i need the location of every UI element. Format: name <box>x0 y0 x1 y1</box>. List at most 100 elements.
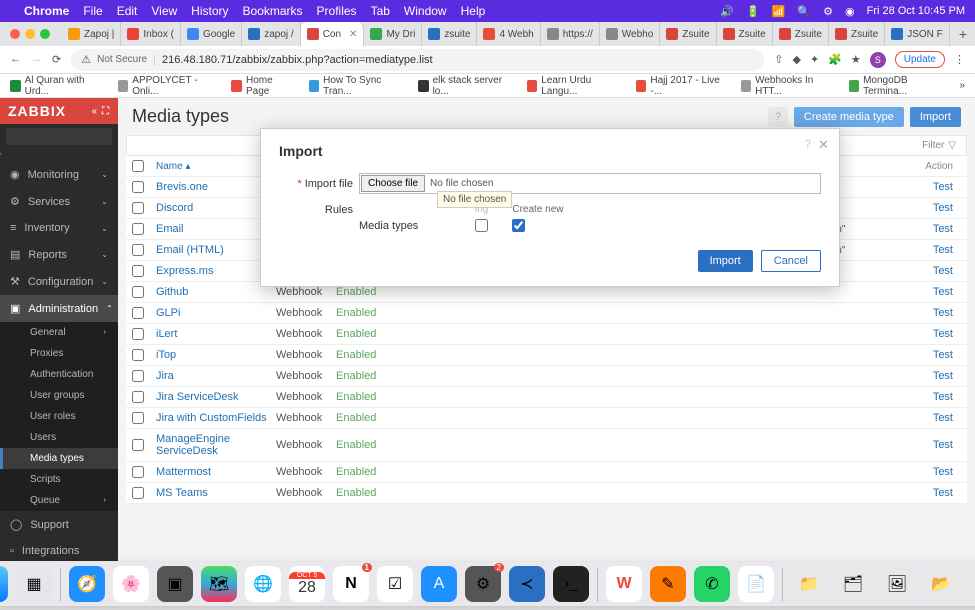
new-tab-button[interactable]: + <box>951 26 975 42</box>
bookmark-item[interactable]: APPOLYCET - Onli... <box>118 75 216 97</box>
sidebar-sub-users[interactable]: Users <box>0 427 118 448</box>
sidebar-sub-user-roles[interactable]: User roles <box>0 406 118 427</box>
dock-textedit-icon[interactable]: 📄 <box>738 566 774 602</box>
row-status[interactable]: Enabled <box>336 466 396 478</box>
siri-icon[interactable]: ◉ <box>845 5 855 18</box>
row-name[interactable]: Jira with CustomFields <box>156 412 276 424</box>
row-name[interactable]: Github <box>156 286 276 298</box>
sidebar-item-inventory[interactable]: ≡Inventory⌄ <box>0 215 118 241</box>
row-test-link[interactable]: Test <box>911 466 961 478</box>
bookmark-item[interactable]: How To Sync Tran... <box>309 75 402 97</box>
bookmark-item[interactable]: Al Quran with Urd... <box>10 75 102 97</box>
row-checkbox[interactable] <box>132 286 144 298</box>
dock-wps-icon[interactable]: W <box>606 566 642 602</box>
bookmark-item[interactable]: MongoDB Termina... <box>849 75 944 97</box>
row-checkbox[interactable] <box>132 202 144 214</box>
sidebar-item-monitoring[interactable]: ◉Monitoring⌄ <box>0 161 118 188</box>
browser-tab[interactable]: Webho <box>600 22 661 46</box>
row-test-link[interactable]: Test <box>911 202 961 214</box>
row-name[interactable]: MS Teams <box>156 487 276 499</box>
tab-close-icon[interactable]: ✕ <box>349 29 357 40</box>
browser-tab[interactable]: Zsuite <box>773 22 829 46</box>
col-name[interactable]: Name ▴ <box>156 161 276 172</box>
row-name[interactable]: Brevis.one <box>156 181 276 193</box>
row-test-link[interactable]: Test <box>911 244 961 256</box>
sidebar-item-reports[interactable]: ▤Reports⌄ <box>0 241 118 268</box>
share-icon[interactable]: ⇧ <box>774 53 783 66</box>
logo[interactable]: ZABBIX « ⛶ <box>0 98 118 124</box>
row-test-link[interactable]: Test <box>911 487 961 499</box>
dock-photos-icon[interactable]: 🌸 <box>113 566 149 602</box>
menu-view[interactable]: View <box>151 4 177 18</box>
row-checkbox[interactable] <box>132 487 144 499</box>
forward-button[interactable]: → <box>31 53 42 66</box>
app-name[interactable]: Chrome <box>24 4 69 18</box>
sidebar-footer-support[interactable]: ◯Support <box>0 511 118 538</box>
bookmark-item[interactable]: Learn Urdu Langu... <box>527 75 620 97</box>
row-test-link[interactable]: Test <box>911 286 961 298</box>
dock-folder2-icon[interactable]: 🗂 <box>835 566 871 602</box>
row-status[interactable]: Enabled <box>336 328 396 340</box>
volume-icon[interactable]: 🔊 <box>720 5 734 18</box>
search-icon[interactable]: 🔍 <box>797 5 811 18</box>
create-new-checkbox[interactable] <box>512 219 525 232</box>
row-checkbox[interactable] <box>132 328 144 340</box>
row-test-link[interactable]: Test <box>911 349 961 361</box>
row-checkbox[interactable] <box>132 412 144 424</box>
filter-toggle[interactable]: Filter ▽ <box>922 140 956 151</box>
window-min-icon[interactable] <box>25 29 35 39</box>
row-test-link[interactable]: Test <box>911 265 961 277</box>
dock-settings-icon[interactable]: ⚙2 <box>465 566 501 602</box>
dock-appstore-icon[interactable]: A <box>421 566 457 602</box>
modal-cancel-button[interactable]: Cancel <box>761 250 821 272</box>
browser-tab[interactable]: Zsuite <box>717 22 773 46</box>
browser-tab[interactable]: zsuite <box>422 22 477 46</box>
wifi-icon[interactable]: 📶 <box>772 5 786 18</box>
sidebar-footer-integrations[interactable]: ▫Integrations <box>0 538 118 564</box>
row-status[interactable]: Enabled <box>336 412 396 424</box>
row-test-link[interactable]: Test <box>911 328 961 340</box>
control-center-icon[interactable]: ⚙ <box>823 5 833 18</box>
dock-app2-icon[interactable]: ✎ <box>650 566 686 602</box>
sidebar-item-administration[interactable]: ▣Administration⌃ <box>0 295 118 322</box>
dock-finder-icon[interactable]: 🙂 <box>0 566 8 602</box>
modal-import-button[interactable]: Import <box>698 250 753 272</box>
dock-folder4-icon[interactable]: 📂 <box>923 566 959 602</box>
menu-history[interactable]: History <box>191 4 228 18</box>
menu-tab[interactable]: Tab <box>371 4 390 18</box>
sidebar-sub-general[interactable]: General› <box>0 322 118 343</box>
dock-trash-icon[interactable]: 🗑 <box>967 566 975 602</box>
ext-icon-2[interactable]: ✦ <box>810 53 819 66</box>
browser-tab[interactable]: 4 Webh <box>477 22 540 46</box>
browser-tab[interactable]: Inbox ( <box>121 22 181 46</box>
row-name[interactable]: Email (HTML) <box>156 244 276 256</box>
browser-tab[interactable]: zapoj / <box>242 22 300 46</box>
browser-tab[interactable]: My Dri <box>364 22 422 46</box>
row-status[interactable]: Enabled <box>336 391 396 403</box>
row-test-link[interactable]: Test <box>911 439 961 451</box>
browser-tab[interactable]: Zsuite <box>660 22 716 46</box>
dock-reminders-icon[interactable]: ☑ <box>377 566 413 602</box>
row-status[interactable]: Enabled <box>336 286 396 298</box>
bookmark-item[interactable]: Hajj 2017 - Live -... <box>636 75 725 97</box>
sidebar-item-services[interactable]: ⚙Services⌄ <box>0 188 118 215</box>
back-button[interactable]: ← <box>10 53 21 66</box>
row-test-link[interactable]: Test <box>911 307 961 319</box>
import-button[interactable]: Import <box>910 107 961 127</box>
row-test-link[interactable]: Test <box>911 391 961 403</box>
row-test-link[interactable]: Test <box>911 370 961 382</box>
dock-vscode-icon[interactable]: ≺ <box>509 566 545 602</box>
browser-tab[interactable]: JSON F <box>885 22 950 46</box>
row-checkbox[interactable] <box>132 181 144 193</box>
collapse-icon[interactable]: « ⛶ <box>92 106 110 117</box>
sidebar-sub-authentication[interactable]: Authentication <box>0 364 118 385</box>
dock-maps-icon[interactable]: 🗺 <box>201 566 237 602</box>
browser-tab[interactable]: Con✕ <box>301 22 365 46</box>
menu-help[interactable]: Help <box>461 4 486 18</box>
ext-icon-1[interactable]: ◆ <box>792 53 800 66</box>
select-all-checkbox[interactable] <box>132 160 144 172</box>
menu-edit[interactable]: Edit <box>117 4 138 18</box>
row-checkbox[interactable] <box>132 307 144 319</box>
omnibox[interactable]: ⚠ Not Secure | 216.48.180.71/zabbix/zabb… <box>71 49 764 71</box>
row-test-link[interactable]: Test <box>911 412 961 424</box>
